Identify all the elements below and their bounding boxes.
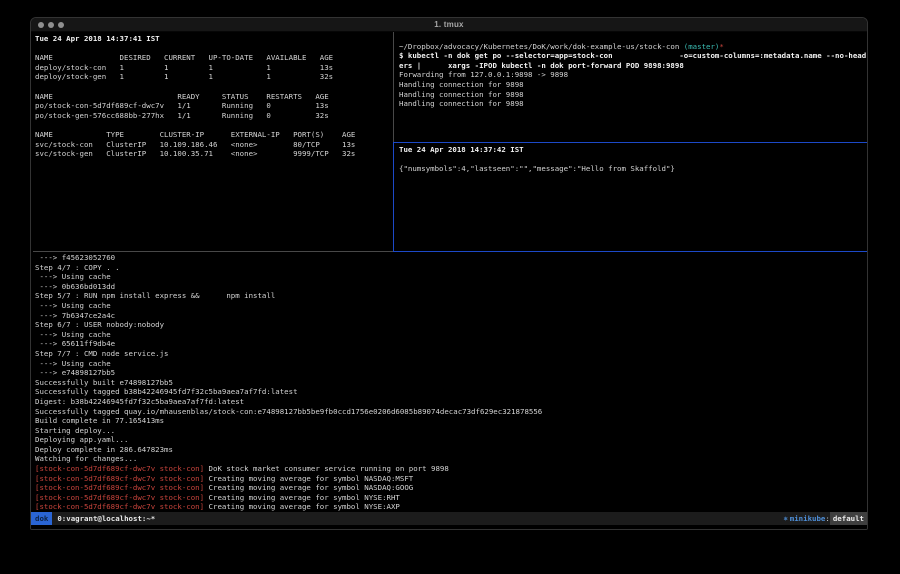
minimize-button[interactable]	[48, 22, 54, 28]
terminal-line: ---> f45623052760	[35, 253, 865, 263]
screen: 1. tmux Tue 24 Apr 2018 14:37:41 IST NAME…	[0, 0, 900, 574]
tmux-session: Tue 24 Apr 2018 14:37:41 IST NAME DESIRED…	[31, 32, 867, 512]
terminal-line: Handling connection for 9898	[399, 80, 867, 90]
pane-divider-vertical-top[interactable]	[393, 32, 394, 142]
terminal-text-segment: [stock-con-5d7df689cf-dwc7v stock-con]	[35, 464, 204, 473]
terminal-text-segment: Creating moving average for symbol NYSE:…	[204, 493, 400, 502]
terminal-line: Tue 24 Apr 2018 14:37:42 IST	[399, 145, 867, 155]
terminal-line: NAME DESIRED CURRENT UP-TO-DATE AVAILABL…	[35, 53, 391, 63]
kube-context: minikube	[790, 512, 826, 525]
terminal-line: [stock-con-5d7df689cf-dwc7v stock-con] C…	[35, 502, 865, 512]
terminal-text-segment: *	[719, 42, 723, 51]
terminal-line: po/stock-con-5d7df689cf-dwc7v 1/1 Runnin…	[35, 101, 391, 111]
terminal-line: Starting deploy...	[35, 426, 865, 436]
terminal-line: ~/Dropbox/advocacy/Kubernetes/DoK/work/d…	[399, 42, 867, 52]
terminal-text-segment: [stock-con-5d7df689cf-dwc7v stock-con]	[35, 493, 204, 502]
kube-namespace: default	[830, 512, 867, 525]
terminal-text-segment: [stock-con-5d7df689cf-dwc7v stock-con]	[35, 502, 204, 511]
window-titlebar: 1. tmux	[31, 18, 867, 32]
terminal-text-segment: DoK stock market consumer service runnin…	[204, 464, 449, 473]
terminal-line: deploy/stock-gen 1 1 1 1 32s	[35, 72, 391, 82]
window-bottom-gap	[31, 525, 867, 529]
pane-consumer-output[interactable]: Tue 24 Apr 2018 14:37:42 IST {"numsymbols…	[399, 145, 867, 250]
terminal-line: ---> 65611ff9db4e	[35, 339, 865, 349]
pane-divider-vertical-active[interactable]	[393, 142, 394, 252]
terminal-line: Step 7/7 : CMD node service.js	[35, 349, 865, 359]
terminal-line: Successfully tagged quay.io/mhausenblas/…	[35, 407, 865, 417]
terminal-line: Handling connection for 9898	[399, 99, 867, 109]
terminal-line: ---> e74898127bb5	[35, 368, 865, 378]
terminal-line: ---> Using cache	[35, 330, 865, 340]
pane-kubectl-resources[interactable]: Tue 24 Apr 2018 14:37:41 IST NAME DESIRED…	[35, 34, 391, 250]
terminal-line: ---> Using cache	[35, 272, 865, 282]
pane-divider-horizontal-right[interactable]	[394, 142, 867, 143]
pane-divider-horizontal-left[interactable]	[33, 251, 393, 252]
terminal-line: Step 4/7 : COPY . .	[35, 263, 865, 273]
terminal-text-segment: Tue 24 Apr 2018 14:37:41 IST	[35, 34, 160, 43]
terminal-line: deploy/stock-con 1 1 1 1 13s	[35, 63, 391, 73]
kube-status: ⎈ minikube : default	[783, 512, 867, 525]
terminal-text-segment: Creating moving average for symbol NASDA…	[204, 483, 413, 492]
terminal-line: Deploying app.yaml...	[35, 435, 865, 445]
terminal-line: NAME TYPE CLUSTER-IP EXTERNAL-IP PORT(S)…	[35, 130, 391, 140]
session-name-badge[interactable]: dok	[31, 512, 52, 525]
terminal-line	[399, 32, 867, 42]
terminal-line: Step 6/7 : USER nobody:nobody	[35, 320, 865, 330]
terminal-text-segment: ers | xargs -IPOD kubectl -n dok port-fo…	[399, 61, 684, 70]
terminal-line: {"numsymbols":4,"lastseen":"","message":…	[399, 164, 867, 174]
terminal-line	[35, 120, 391, 130]
terminal-line: ---> 7b6347ce2a4c	[35, 311, 865, 321]
terminal-line: Deploy complete in 286.647823ms	[35, 445, 865, 455]
terminal-line: [stock-con-5d7df689cf-dwc7v stock-con] C…	[35, 474, 865, 484]
window-title: 1. tmux	[31, 20, 867, 29]
terminal-line: Forwarding from 127.0.0.1:9898 -> 9898	[399, 70, 867, 80]
terminal-line: ---> Using cache	[35, 359, 865, 369]
close-button[interactable]	[38, 22, 44, 28]
terminal-line: NAME READY STATUS RESTARTS AGE	[35, 92, 391, 102]
terminal-line: Watching for changes...	[35, 454, 865, 464]
terminal-line: Handling connection for 9898	[399, 90, 867, 100]
tmux-status-bar: dok 0:vagrant@localhost:~* ⎈ minikube : …	[31, 512, 867, 525]
pane-port-forward[interactable]: ~/Dropbox/advocacy/Kubernetes/DoK/work/d…	[399, 32, 867, 141]
terminal-line: [stock-con-5d7df689cf-dwc7v stock-con] C…	[35, 483, 865, 493]
terminal-text-segment: (master)	[684, 42, 720, 51]
terminal-text-segment: [stock-con-5d7df689cf-dwc7v stock-con]	[35, 483, 204, 492]
terminal-line: Tue 24 Apr 2018 14:37:41 IST	[35, 34, 391, 44]
terminal-line	[35, 82, 391, 92]
terminal-text-segment: Creating moving average for symbol NYSE:…	[204, 502, 400, 511]
terminal-text-segment: $ kubectl -n dok get po --selector=app=s…	[399, 51, 866, 60]
terminal-line	[399, 155, 867, 165]
terminal-line: Successfully built e74898127bb5	[35, 378, 865, 388]
terminal-text-segment: ~/Dropbox/advocacy/Kubernetes/DoK/work/d…	[399, 42, 684, 51]
traffic-lights	[38, 22, 64, 28]
pane-skaffold-build[interactable]: ---> f45623052760Step 4/7 : COPY . . ---…	[35, 253, 865, 512]
terminal-line: Build complete in 77.165413ms	[35, 416, 865, 426]
terminal-line: svc/stock-con ClusterIP 10.109.186.46 <n…	[35, 140, 391, 150]
terminal-line: ---> Using cache	[35, 301, 865, 311]
terminal-line: ---> 0b636bd013dd	[35, 282, 865, 292]
terminal-line: Successfully tagged b38b42246945fd7f32c5…	[35, 387, 865, 397]
zoom-button[interactable]	[58, 22, 64, 28]
terminal-text-segment: Creating moving average for symbol NASDA…	[204, 474, 413, 483]
terminal-line: Step 5/7 : RUN npm install express && np…	[35, 291, 865, 301]
terminal-text-segment: Tue 24 Apr 2018 14:37:42 IST	[399, 145, 524, 154]
window-name[interactable]: 0:vagrant@localhost:~*	[52, 512, 155, 525]
terminal-line	[35, 44, 391, 54]
terminal-line: po/stock-gen-576cc688bb-277hx 1/1 Runnin…	[35, 111, 391, 121]
terminal-line: [stock-con-5d7df689cf-dwc7v stock-con] C…	[35, 493, 865, 503]
terminal-window: 1. tmux Tue 24 Apr 2018 14:37:41 IST NAME…	[30, 17, 868, 530]
terminal-text-segment: [stock-con-5d7df689cf-dwc7v stock-con]	[35, 474, 204, 483]
terminal-line: ers | xargs -IPOD kubectl -n dok port-fo…	[399, 61, 867, 71]
terminal-line: $ kubectl -n dok get po --selector=app=s…	[399, 51, 867, 61]
terminal-line: [stock-con-5d7df689cf-dwc7v stock-con] D…	[35, 464, 865, 474]
terminal-line: svc/stock-gen ClusterIP 10.100.35.71 <no…	[35, 149, 391, 159]
pane-divider-horizontal-active[interactable]	[393, 251, 867, 252]
terminal-line: Digest: b38b42246945fd7f32c5ba9aea7af7fd…	[35, 397, 865, 407]
